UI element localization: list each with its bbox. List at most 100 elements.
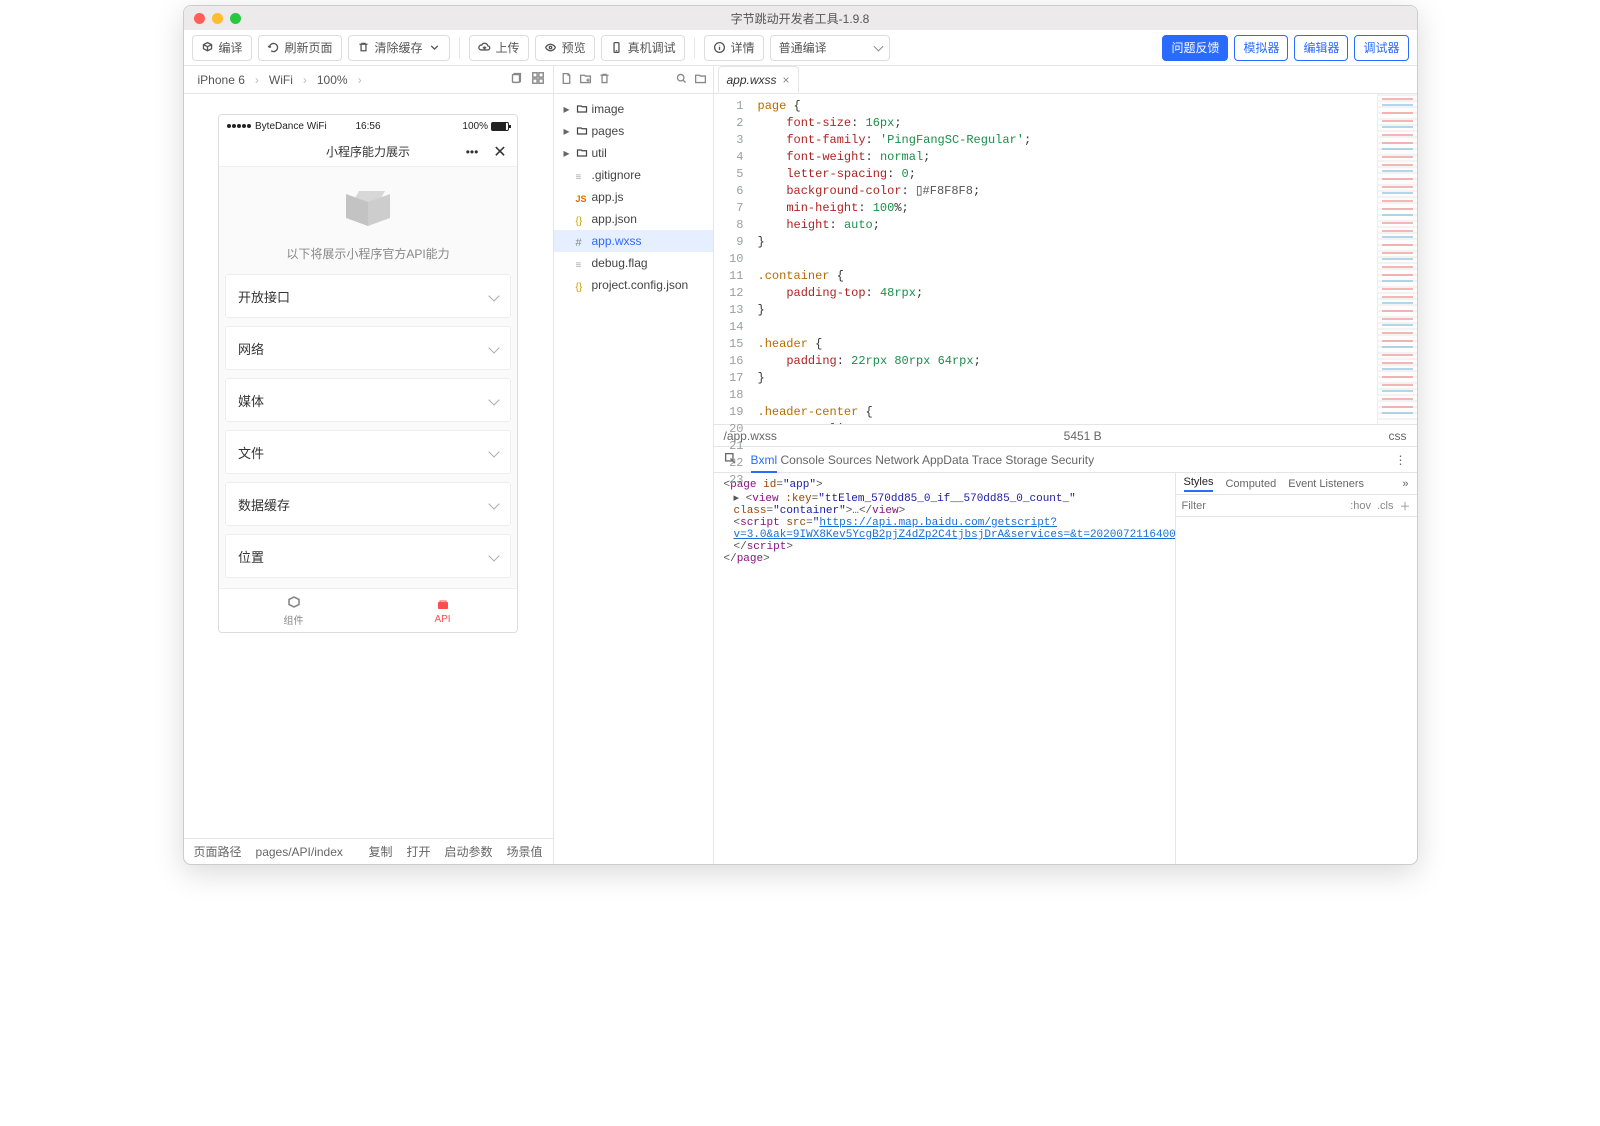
- add-style-icon[interactable]: ＋: [1400, 498, 1411, 514]
- minimize-icon[interactable]: [212, 13, 223, 24]
- eye-icon: [544, 41, 557, 54]
- search-icon[interactable]: [675, 72, 688, 88]
- styles-filter-input[interactable]: [1182, 500, 1345, 512]
- tab-api[interactable]: API: [368, 589, 517, 632]
- code-editor[interactable]: 1234567891011121314151617181920212223 pa…: [714, 94, 1417, 424]
- file-lang: css: [1389, 429, 1407, 443]
- editor-toggle[interactable]: 编辑器: [1294, 35, 1348, 61]
- devtools-tab[interactable]: Sources: [828, 453, 872, 471]
- battery-icon: [491, 122, 509, 131]
- chevron-down-icon: [488, 498, 499, 509]
- phone-statusbar: ByteDance WiFi 16:56 100%: [219, 115, 517, 137]
- code-content[interactable]: page { font-size: 16px; font-family: 'Pi…: [750, 94, 1377, 424]
- copy-icon[interactable]: [509, 71, 523, 88]
- close-icon[interactable]: ×: [783, 73, 790, 87]
- compile-button[interactable]: 编译: [192, 35, 252, 61]
- remote-debug-button[interactable]: 真机调试: [601, 35, 685, 61]
- tree-folder[interactable]: ▸pages: [554, 120, 713, 142]
- more-icon[interactable]: •••: [461, 141, 483, 163]
- file-icon: ≡: [576, 169, 588, 181]
- folder-icon: [576, 125, 588, 137]
- styles-tab[interactable]: Computed: [1225, 478, 1276, 490]
- elements-pane[interactable]: <page id="app"> ▸ <view :key="ttElem_570…: [714, 473, 1175, 864]
- minimap[interactable]: [1377, 94, 1417, 424]
- close-icon[interactable]: ✕: [489, 141, 511, 163]
- styles-tab[interactable]: Styles: [1184, 476, 1214, 492]
- tree-file[interactable]: {}app.json: [554, 208, 713, 230]
- network-crumb[interactable]: WiFi: [259, 73, 303, 87]
- devtools-tab[interactable]: Security: [1051, 453, 1094, 471]
- chevron-right-icon: ▸: [562, 146, 572, 160]
- accordion-item[interactable]: 数据缓存: [225, 482, 511, 526]
- more-icon[interactable]: »: [1402, 478, 1408, 490]
- kebab-icon[interactable]: ⋮: [1395, 453, 1407, 467]
- delete-icon[interactable]: [598, 72, 611, 88]
- path-label: 页面路径: [194, 843, 242, 860]
- open-link[interactable]: 打开: [406, 843, 430, 860]
- hov-toggle[interactable]: :hov: [1350, 500, 1371, 512]
- cls-toggle[interactable]: .cls: [1377, 500, 1394, 512]
- phone-frame: ByteDance WiFi 16:56 100% 小程序能力展示 •••: [218, 114, 518, 633]
- maximize-icon[interactable]: [230, 13, 241, 24]
- hint-label: 以下将展示小程序官方API能力: [286, 245, 449, 262]
- preview-button[interactable]: 预览: [535, 35, 595, 61]
- device-crumb[interactable]: iPhone 6: [188, 73, 255, 87]
- signal-icon: [227, 124, 251, 128]
- devtools-tab[interactable]: Console: [781, 453, 825, 471]
- tree-file[interactable]: #app.wxss: [554, 230, 713, 252]
- phone-navbar: 小程序能力展示 ••• ✕: [219, 137, 517, 167]
- open-folder-icon[interactable]: [694, 72, 707, 88]
- editor-tab[interactable]: app.wxss ×: [718, 66, 799, 93]
- tree-file[interactable]: ≡.gitignore: [554, 164, 713, 186]
- styles-pane: Styles Computed Event Listeners » :hov .cls…: [1175, 473, 1417, 864]
- accordion-item[interactable]: 开放接口: [225, 274, 511, 318]
- devtools-tab[interactable]: AppData: [922, 453, 969, 471]
- upload-button[interactable]: 上传: [469, 35, 529, 61]
- tree-file[interactable]: {}project.config.json: [554, 274, 713, 296]
- debugger-toggle[interactable]: 调试器: [1354, 35, 1408, 61]
- details-button[interactable]: 详情: [704, 35, 764, 61]
- devtools-tab[interactable]: Trace: [972, 453, 1002, 471]
- editor-panel: app.wxss × 12345678910111213141516171819…: [714, 66, 1417, 864]
- accordion-item[interactable]: 网络: [225, 326, 511, 370]
- devtools-tab[interactable]: Network: [875, 453, 919, 471]
- simulator-toggle[interactable]: 模拟器: [1234, 35, 1288, 61]
- new-folder-icon[interactable]: [579, 72, 592, 88]
- accordion-item[interactable]: 文件: [225, 430, 511, 474]
- grid-icon[interactable]: [531, 71, 545, 88]
- refresh-button[interactable]: 刷新页面: [258, 35, 342, 61]
- chevron-right-icon: ▸: [562, 102, 572, 116]
- close-icon[interactable]: [194, 13, 205, 24]
- info-icon: [713, 41, 726, 54]
- compile-mode-select[interactable]: 普通编译: [770, 35, 890, 61]
- chevron-down-icon: [488, 394, 499, 405]
- copy-link[interactable]: 复制: [368, 843, 392, 860]
- chevron-down-icon: [488, 550, 499, 561]
- launch-params-link[interactable]: 启动参数: [444, 843, 492, 860]
- devtools-tab[interactable]: Bxml: [751, 453, 778, 473]
- file-icon: {}: [576, 279, 588, 291]
- chevron-down-icon: [428, 41, 441, 54]
- accordion-item[interactable]: 位置: [225, 534, 511, 578]
- titlebar: 字节跳动开发者工具-1.9.8: [184, 6, 1417, 30]
- file-size: 5451 B: [1064, 429, 1102, 443]
- file-icon: #: [576, 235, 588, 247]
- styles-tab[interactable]: Event Listeners: [1288, 478, 1364, 490]
- zoom-crumb[interactable]: 100%: [307, 73, 358, 87]
- clear-cache-button[interactable]: 清除缓存: [348, 35, 450, 61]
- file-icon: {}: [576, 213, 588, 225]
- tree-file[interactable]: JSapp.js: [554, 186, 713, 208]
- line-gutter: 1234567891011121314151617181920212223: [714, 94, 750, 424]
- devtools-tab[interactable]: Storage: [1005, 453, 1047, 471]
- scene-link[interactable]: 场景值: [506, 843, 542, 860]
- window-title: 字节跳动开发者工具-1.9.8: [184, 10, 1417, 27]
- phone-icon: [610, 41, 623, 54]
- tree-folder[interactable]: ▸image: [554, 98, 713, 120]
- new-file-icon[interactable]: [560, 72, 573, 88]
- tree-folder[interactable]: ▸util: [554, 142, 713, 164]
- tab-component[interactable]: 组件: [219, 589, 368, 632]
- path-value: pages/API/index: [256, 845, 343, 859]
- feedback-button[interactable]: 问题反馈: [1162, 35, 1228, 61]
- accordion-item[interactable]: 媒体: [225, 378, 511, 422]
- tree-file[interactable]: ≡debug.flag: [554, 252, 713, 274]
